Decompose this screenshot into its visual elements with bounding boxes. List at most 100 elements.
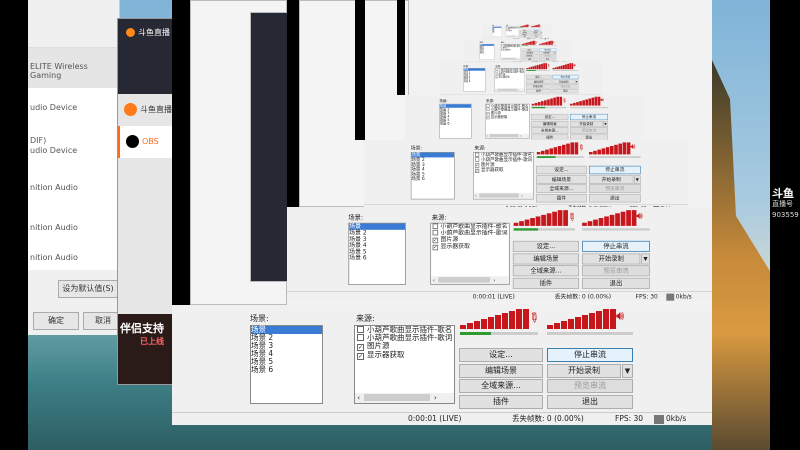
device-item[interactable]: DIF) udio Device [28, 128, 119, 168]
global-sources-button[interactable]: 全域来源... [459, 379, 543, 393]
start-recording-button[interactable]: 开始录制 [582, 253, 641, 265]
edit-scene-button[interactable]: 编辑场景 [536, 175, 587, 184]
start-recording-button[interactable]: 开始录制 [547, 364, 621, 378]
device-item[interactable]: udio Device [28, 88, 119, 128]
edit-scene-button[interactable]: 编辑场景 [512, 253, 579, 265]
source-item[interactable]: ✓显示器获取 [355, 351, 454, 360]
plugins-button[interactable]: 插件 [459, 395, 543, 409]
sources-list[interactable]: 小葫芦歌曲显示插件-歌名 小葫芦歌曲显示插件-歌词 ✓图片源 ✓显示器获取 ‹› [354, 325, 455, 404]
scene-item[interactable]: 场景 6 [251, 366, 322, 374]
edit-scene-button[interactable]: 编辑场景 [459, 364, 543, 378]
desktop-volume-meter[interactable] [589, 142, 631, 155]
checkbox-checked[interactable]: ✓ [357, 344, 364, 351]
settings-button[interactable]: 设定... [459, 348, 543, 362]
mic-volume-meter[interactable] [513, 210, 568, 226]
speaker-icon[interactable]: 🔊︎ [573, 63, 575, 67]
scenes-list[interactable]: 场景 场景 2 场景 3 场景 4 场景 5 场景 6 [439, 103, 472, 139]
record-dropdown-arrow[interactable]: ▼ [641, 253, 650, 265]
plugins-button[interactable]: 插件 [512, 277, 579, 289]
sources-list[interactable]: 小葫芦歌曲显示插件-歌名 小葫芦歌曲显示插件-歌词 ✓图片源 ✓显示器获取 ‹› [505, 26, 519, 37]
device-item[interactable]: nition Audio [28, 248, 119, 268]
mic-volume-meter[interactable] [526, 63, 548, 70]
checkbox[interactable] [475, 157, 480, 162]
checkbox[interactable] [432, 223, 439, 230]
horizontal-scrollbar[interactable]: ‹› [473, 192, 534, 199]
settings-button[interactable]: 设定... [536, 165, 587, 175]
settings-button[interactable]: 设定... [526, 74, 552, 80]
exit-button[interactable]: 退出 [589, 194, 641, 203]
scenes-list[interactable]: 场景 场景 2 场景 3 场景 4 场景 5 场景 6 [250, 325, 323, 404]
exit-button[interactable]: 退出 [582, 277, 650, 289]
sources-list[interactable]: 小葫芦歌曲显示插件-歌名 小葫芦歌曲显示插件-歌词 ✓图片源 ✓显示器获取 ‹› [473, 152, 534, 200]
stop-stream-button[interactable]: 停止串流 [547, 348, 633, 362]
checkbox[interactable] [475, 152, 480, 157]
edit-scene-button[interactable]: 编辑场景 [531, 120, 569, 128]
scenes-list[interactable]: 场景 场景 2 场景 3 场景 4 场景 5 场景 6 [492, 26, 502, 37]
plugins-button[interactable]: 插件 [526, 89, 552, 94]
set-default-button[interactable]: 设为默认值(S) [58, 280, 118, 298]
speaker-icon[interactable]: 🔊︎ [600, 97, 604, 104]
stop-stream-button[interactable]: 停止串流 [570, 113, 608, 121]
scenes-list[interactable]: 场景 场景 2 场景 3 场景 4 场景 5 场景 6 [463, 68, 486, 92]
scene-item[interactable]: 场景 6 [464, 80, 485, 82]
microphone-icon[interactable]: ✎ [534, 41, 538, 45]
sources-list[interactable]: 小葫芦歌曲显示插件-歌名 小葫芦歌曲显示插件-歌词 ✓图片源 ✓显示器获取 ‹› [494, 68, 525, 92]
scene-item[interactable]: 场景 6 [492, 32, 501, 33]
scenes-list[interactable]: 场景 场景 2 场景 3 场景 4 场景 5 场景 6 [479, 44, 495, 60]
speaker-icon[interactable]: 🔊︎ [636, 210, 642, 222]
record-dropdown-arrow[interactable]: ▼ [622, 364, 633, 378]
sources-list[interactable]: 小葫芦歌曲显示插件-歌名 小葫芦歌曲显示插件-歌词 ✓图片源 ✓显示器获取 ‹› [500, 44, 521, 60]
ok-button[interactable]: 确定 [33, 312, 79, 330]
source-item[interactable]: ✓显示器获取 [501, 49, 521, 51]
checkbox-checked[interactable]: ✓ [432, 244, 439, 251]
exit-button[interactable]: 退出 [547, 395, 633, 409]
source-item[interactable]: ✓显示器获取 [486, 115, 530, 120]
scene-item[interactable]: 场景 6 [440, 122, 471, 126]
source-item[interactable]: ✓显示器获取 [431, 243, 509, 251]
desktop-volume-meter[interactable] [552, 63, 574, 70]
global-sources-button[interactable]: 全域来源... [531, 127, 569, 134]
scenes-list[interactable]: 场景 场景 2 场景 3 场景 4 场景 5 场景 6 [348, 222, 406, 285]
stop-stream-button[interactable]: 停止串流 [589, 165, 641, 175]
scene-item[interactable]: 场景 6 [349, 255, 405, 261]
plugins-button[interactable]: 插件 [521, 58, 539, 61]
speaker-icon[interactable]: 🔊︎ [630, 142, 635, 151]
speaker-icon[interactable]: 🔊︎ [540, 25, 541, 27]
nav-item-obs[interactable]: OBS [118, 126, 172, 158]
checkbox-checked[interactable]: ✓ [495, 76, 498, 79]
record-dropdown-arrow[interactable]: ▼ [603, 120, 608, 128]
microphone-icon[interactable]: ✎ [546, 63, 551, 69]
nav-item-douyu[interactable]: 斗鱼直播 [118, 94, 172, 126]
desktop-volume-meter[interactable] [547, 309, 616, 329]
device-item[interactable]: ELITE Wireless Gaming [28, 48, 119, 88]
scenes-list[interactable]: 场景 场景 2 场景 3 场景 4 场景 5 场景 6 [410, 152, 455, 200]
horizontal-scrollbar[interactable]: ‹› [494, 88, 525, 92]
sources-list[interactable]: 小葫芦歌曲显示插件-歌名 小葫芦歌曲显示插件-歌词 ✓图片源 ✓显示器获取 ‹› [430, 222, 510, 285]
checkbox-checked[interactable]: ✓ [357, 353, 364, 360]
exit-button[interactable]: 退出 [539, 58, 557, 61]
speaker-icon[interactable]: 🔊︎ [553, 41, 555, 44]
horizontal-scrollbar[interactable]: ‹› [485, 133, 530, 139]
horizontal-scrollbar[interactable]: ‹› [431, 276, 509, 285]
plugins-button[interactable]: 插件 [536, 194, 587, 203]
source-item[interactable]: ✓显示器获取 [506, 30, 519, 32]
desktop-volume-meter[interactable] [539, 40, 553, 45]
desktop-volume-meter[interactable] [582, 210, 637, 226]
horizontal-scrollbar[interactable]: ‹› [355, 393, 454, 403]
settings-button[interactable]: 设定... [512, 240, 579, 252]
horizontal-scrollbar[interactable]: ‹› [505, 35, 519, 37]
global-sources-button[interactable]: 全域来源... [526, 84, 552, 89]
checkbox[interactable] [432, 229, 439, 236]
mic-volume-meter[interactable] [531, 96, 563, 106]
source-item[interactable]: ✓显示器获取 [495, 76, 525, 79]
desktop-volume-meter[interactable] [570, 96, 601, 106]
sources-list[interactable]: 小葫芦歌曲显示插件-歌名 小葫芦歌曲显示插件-歌词 ✓图片源 ✓显示器获取 ‹› [485, 103, 530, 139]
checkbox[interactable] [357, 334, 364, 341]
record-dropdown-arrow[interactable]: ▼ [634, 175, 641, 184]
device-item[interactable]: nition Audio [28, 168, 119, 208]
scene-item[interactable]: 场景 6 [480, 52, 494, 54]
start-recording-button[interactable]: 开始录制 [570, 120, 603, 128]
device-item[interactable]: nition Audio [28, 208, 119, 248]
promo-banner[interactable]: 伴侣支持 已上线 [118, 314, 172, 384]
exit-button[interactable]: 退出 [552, 89, 579, 94]
